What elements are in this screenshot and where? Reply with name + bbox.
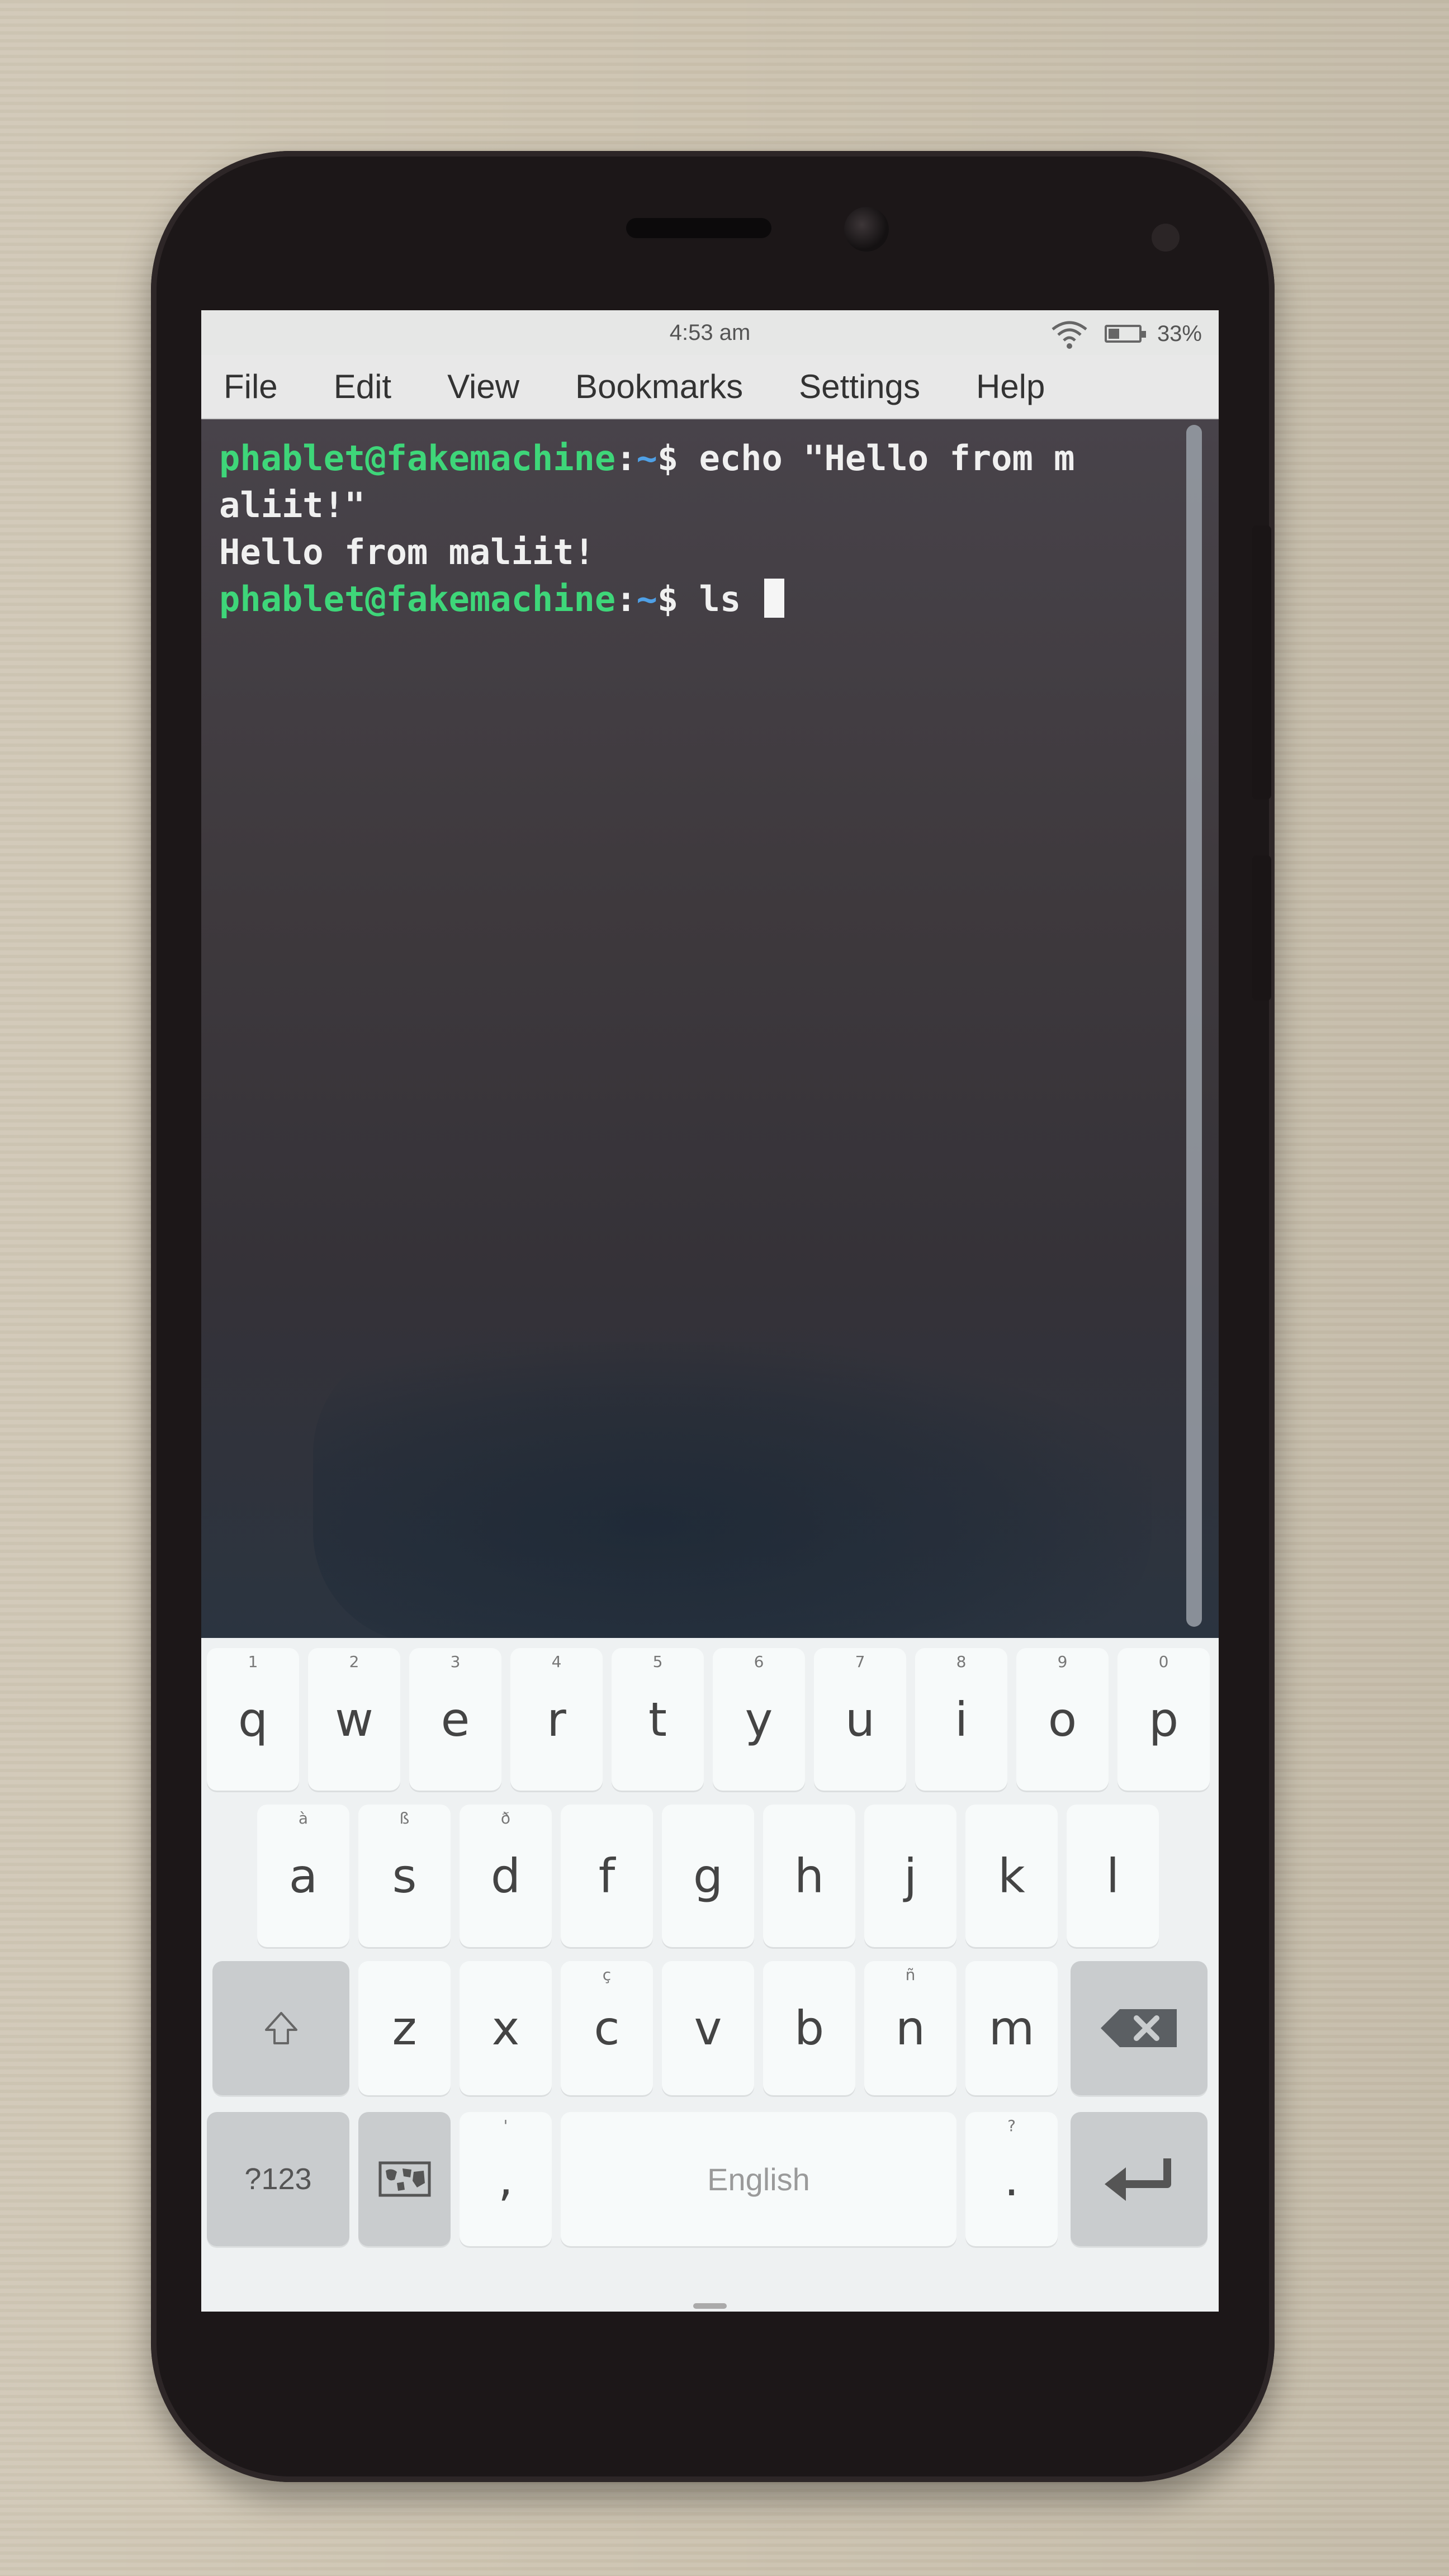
key-period[interactable]: ?. <box>965 2112 1058 2246</box>
volume-button <box>1252 525 1271 799</box>
key-f[interactable]: f <box>561 1805 653 1947</box>
prompt-separator: : <box>615 438 637 479</box>
prompt-symbol: $ <box>657 438 699 479</box>
prompt-user: phablet@fakemachine <box>219 579 616 619</box>
prompt-path: ~ <box>636 438 657 479</box>
key-e[interactable]: 3e <box>409 1648 501 1791</box>
key-w[interactable]: 2w <box>308 1648 400 1791</box>
prompt-path: ~ <box>636 579 657 619</box>
prompt-symbol: $ <box>657 579 699 619</box>
menu-file[interactable]: File <box>224 367 278 406</box>
key-l[interactable]: l <box>1067 1805 1159 1947</box>
key-z[interactable]: z <box>358 1961 451 2095</box>
key-p[interactable]: 0p <box>1117 1648 1210 1791</box>
front-camera <box>844 207 889 252</box>
earpiece <box>626 218 771 238</box>
shift-icon <box>264 2012 297 2044</box>
terminal-line-1: phablet@fakemachine:~$ echo "Hello from … <box>219 435 1136 482</box>
status-icons: 33% <box>1050 318 1202 349</box>
screen: 4:53 am 33% File Edit View Bookmarks Set… <box>201 310 1219 2312</box>
text-cursor <box>764 579 784 618</box>
prompt-user: phablet@fakemachine <box>219 438 616 479</box>
on-screen-keyboard: 1q 2w 3e 4r 5t 6y 7u 8i 9o 0p àa ßs ðd f… <box>201 1638 1219 2312</box>
key-c[interactable]: çc <box>561 1961 653 2095</box>
power-button <box>1252 855 1271 1001</box>
terminal-view[interactable]: phablet@fakemachine:~$ echo "Hello from … <box>201 419 1219 1644</box>
command-text: echo "Hello from m <box>699 438 1075 479</box>
battery-percent: 33% <box>1157 321 1202 346</box>
key-k[interactable]: k <box>965 1805 1058 1947</box>
key-n[interactable]: ñn <box>864 1961 956 2095</box>
key-x[interactable]: x <box>460 1961 552 2095</box>
terminal-line-4: phablet@fakemachine:~$ ls <box>219 576 1136 623</box>
screen-reflection <box>313 1342 1152 1644</box>
keyboard-map-icon <box>378 2161 430 2197</box>
status-bar: 4:53 am 33% <box>201 310 1219 355</box>
terminal-output: phablet@fakemachine:~$ echo "Hello from … <box>219 435 1136 623</box>
menu-view[interactable]: View <box>447 367 519 406</box>
key-g[interactable]: g <box>662 1805 754 1947</box>
key-o[interactable]: 9o <box>1016 1648 1109 1791</box>
key-j[interactable]: j <box>864 1805 956 1947</box>
shift-key[interactable] <box>212 1961 349 2095</box>
key-r[interactable]: 4r <box>510 1648 603 1791</box>
key-h[interactable]: h <box>763 1805 855 1947</box>
terminal-scrollbar[interactable] <box>1186 425 1202 1627</box>
backspace-icon <box>1100 2009 1177 2047</box>
command-text: ls <box>699 579 762 619</box>
key-d[interactable]: ðd <box>460 1805 552 1947</box>
terminal-line-3: Hello from maliit! <box>219 532 595 572</box>
enter-key[interactable] <box>1071 2112 1208 2246</box>
symbols-key[interactable]: ?123 <box>207 2112 349 2246</box>
key-v[interactable]: v <box>662 1961 754 2095</box>
battery-icon <box>1104 325 1146 343</box>
menu-edit[interactable]: Edit <box>334 367 391 406</box>
menu-bookmarks[interactable]: Bookmarks <box>575 367 743 406</box>
key-comma[interactable]: ', <box>460 2112 552 2246</box>
menu-settings[interactable]: Settings <box>799 367 920 406</box>
key-i[interactable]: 8i <box>915 1648 1007 1791</box>
proximity-sensor <box>1152 224 1180 252</box>
key-b[interactable]: b <box>763 1961 855 2095</box>
space-key[interactable]: English <box>561 2112 956 2246</box>
wifi-icon <box>1052 321 1087 349</box>
key-t[interactable]: 5t <box>612 1648 704 1791</box>
key-u[interactable]: 7u <box>814 1648 906 1791</box>
prompt-separator: : <box>615 579 637 619</box>
menu-bar: File Edit View Bookmarks Settings Help <box>201 355 1219 419</box>
key-a[interactable]: àa <box>257 1805 349 1947</box>
home-indicator <box>693 2303 727 2309</box>
backspace-key[interactable] <box>1071 1961 1208 2095</box>
key-y[interactable]: 6y <box>713 1648 805 1791</box>
key-m[interactable]: m <box>965 1961 1058 2095</box>
key-q[interactable]: 1q <box>207 1648 299 1791</box>
enter-icon <box>1104 2158 1171 2201</box>
terminal-line-2: aliit!" <box>219 485 366 525</box>
battery-fill <box>1108 329 1120 339</box>
key-s[interactable]: ßs <box>358 1805 451 1947</box>
layout-key[interactable] <box>358 2112 451 2246</box>
menu-help[interactable]: Help <box>976 367 1045 406</box>
